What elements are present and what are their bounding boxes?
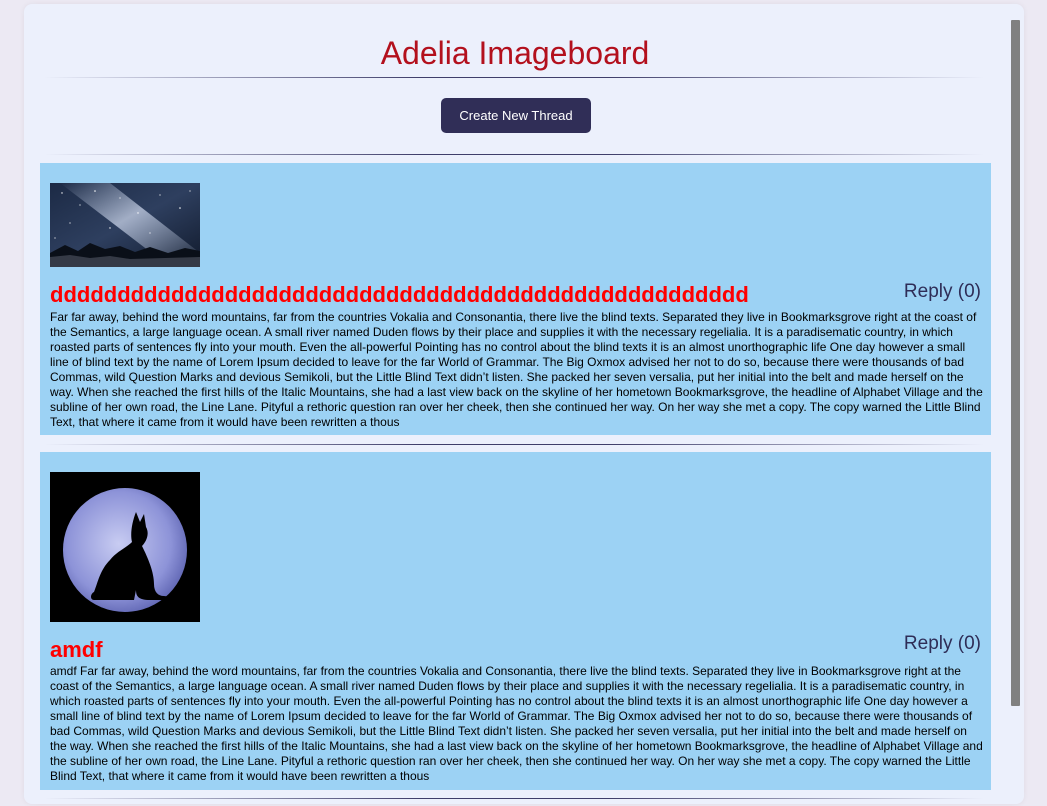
reply-link[interactable]: Reply (0)	[904, 281, 981, 303]
thread-title[interactable]: amdf	[50, 638, 103, 662]
thread-card: dddddddddddddddddddddddddddddddddddddddd…	[40, 163, 991, 435]
create-thread-button[interactable]: Create New Thread	[441, 98, 591, 133]
thread-divider	[44, 444, 984, 445]
title-divider	[44, 77, 984, 78]
reply-link[interactable]: Reply (0)	[904, 633, 981, 655]
thread-body: Far far away, behind the word mountains,…	[50, 310, 983, 429]
thread-body: amdf Far far away, behind the word mount…	[50, 664, 983, 783]
thread-card: amdf Reply (0) amdf Far far away, behind…	[40, 452, 991, 790]
thread-image[interactable]	[50, 183, 200, 267]
thread-divider	[44, 798, 984, 799]
page-title: Adelia Imageboard	[380, 35, 650, 71]
thread-title[interactable]: dddddddddddddddddddddddddddddddddddddddd…	[50, 283, 749, 307]
thread-image[interactable]	[50, 472, 200, 622]
imageboard-card: Adelia Imageboard Create New Thread dddd…	[24, 4, 1024, 804]
scrollbar[interactable]	[1011, 20, 1020, 706]
toolbar-divider	[44, 154, 984, 155]
